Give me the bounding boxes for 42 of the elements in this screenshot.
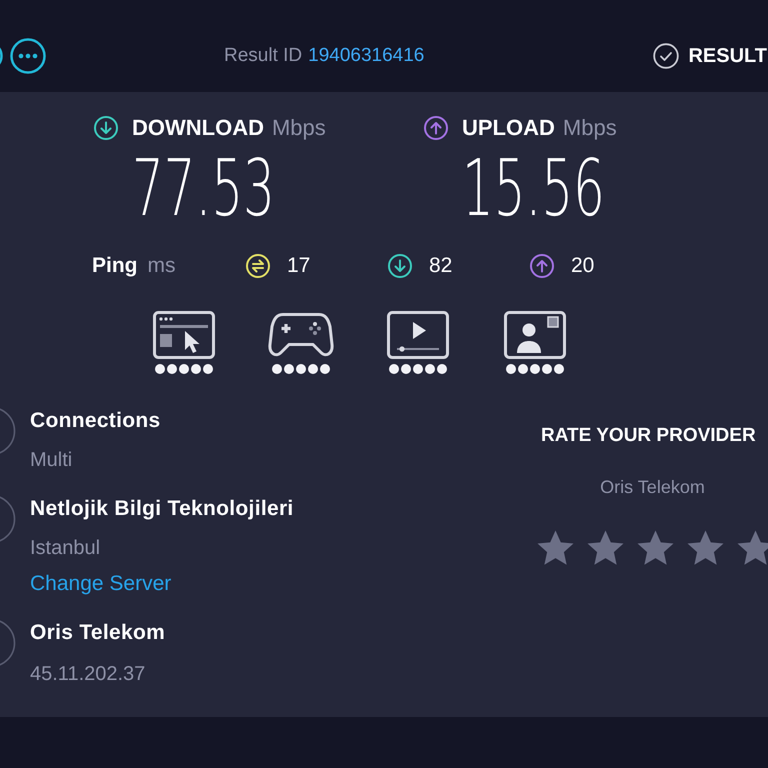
detail-value: 45.11.202.37	[30, 662, 146, 687]
more-icon[interactable]	[10, 38, 46, 74]
up-arrow-circle-icon	[424, 116, 448, 140]
speed-value: 15.56	[462, 150, 605, 228]
speed-value: 77.53	[132, 150, 275, 228]
detail-value: Multi	[30, 448, 74, 473]
detail-title: Oris Telekom	[30, 620, 166, 646]
star-icon[interactable]	[637, 530, 674, 567]
provider-name: Oris Telekom	[599, 476, 706, 499]
star-icon[interactable]	[587, 530, 624, 567]
ping-label: Ping	[92, 253, 138, 280]
ping-value: 82	[429, 253, 452, 280]
ping-value: 20	[571, 253, 594, 280]
unit-label: Mbps	[272, 117, 326, 139]
star-icon[interactable]	[737, 530, 768, 567]
down-arrow-circle-icon	[94, 116, 118, 140]
browser-window-icon	[153, 311, 215, 359]
change-server-link[interactable]: Change Server	[30, 570, 172, 598]
circle-outline-icon	[0, 494, 16, 544]
circle-outline-icon	[0, 406, 16, 456]
ping-value: 17	[287, 253, 310, 280]
result-id-label: Result ID	[224, 44, 302, 68]
unit-label: ms	[148, 253, 176, 280]
check-circle-icon	[653, 43, 680, 69]
down-arrow-circle-icon	[388, 254, 412, 278]
up-arrow-circle-icon	[530, 254, 554, 278]
detail-value: Istanbul	[30, 536, 102, 561]
speed-label: DOWNLOAD	[132, 117, 264, 139]
speed-label: UPLOAD	[462, 117, 555, 139]
rating-title: RATE YOUR PROVIDER	[540, 424, 757, 448]
circle-outline-icon	[0, 618, 16, 668]
star-icon[interactable]	[537, 530, 574, 567]
swap-arrows-circle-icon	[246, 254, 270, 278]
video-call-icon	[504, 311, 566, 359]
unit-label: Mbps	[562, 117, 617, 139]
result-id-link[interactable]: 19406316416	[308, 42, 424, 70]
video-player-icon	[387, 311, 449, 359]
star-icon[interactable]	[687, 530, 724, 567]
detail-title: Connections	[30, 408, 160, 434]
detail-title: Netlojik Bilgi Teknolojileri	[30, 496, 294, 522]
gamepad-icon	[268, 311, 334, 359]
results-button[interactable]: RESULT	[653, 41, 768, 71]
